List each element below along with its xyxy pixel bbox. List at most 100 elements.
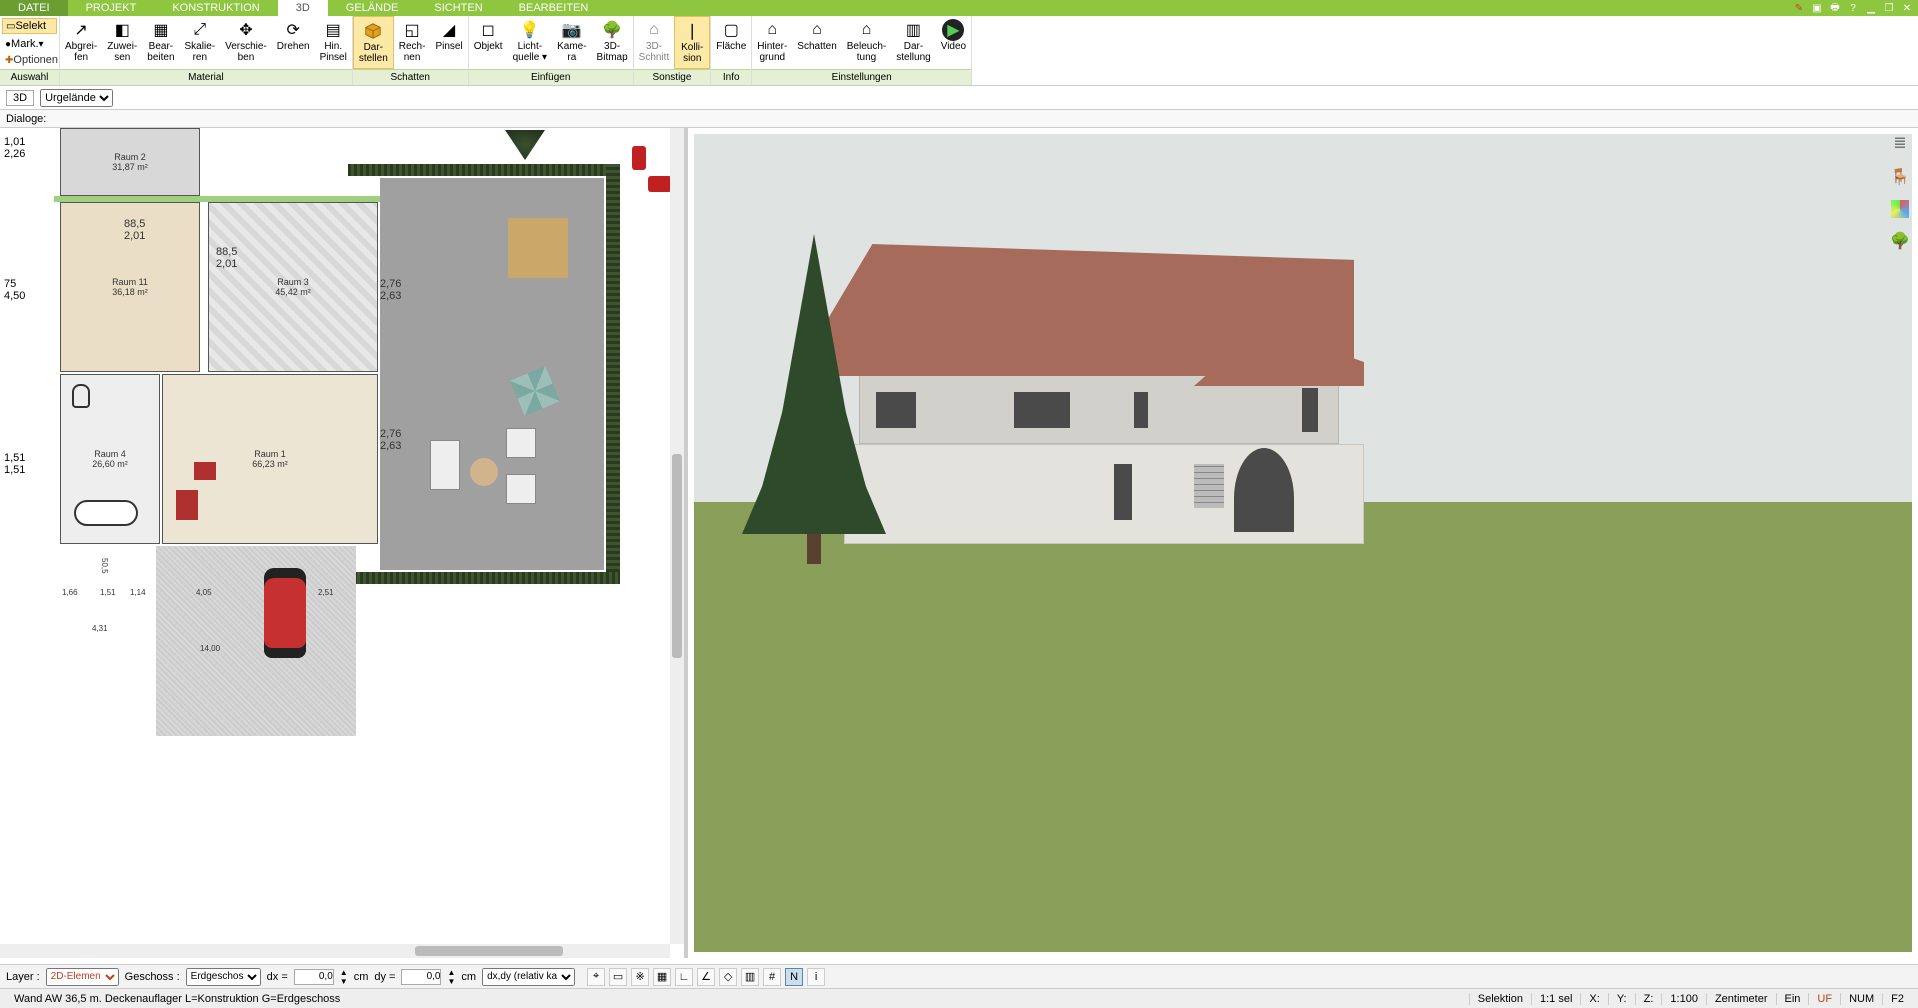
dx-input[interactable] <box>294 969 334 985</box>
material-rotate-button[interactable]: ⟳Drehen <box>272 16 315 69</box>
tool-snap2-icon[interactable]: ▦ <box>653 968 671 986</box>
camera-icon: 📷 <box>560 19 584 41</box>
status-count: 1:1 sel <box>1531 993 1580 1005</box>
view-selector-bar: 3D Urgelände <box>0 86 1918 110</box>
palette-icon[interactable] <box>1891 200 1909 218</box>
area-icon: ▢ <box>719 19 743 41</box>
options-button[interactable]: ✚ Optionen <box>2 53 57 67</box>
dim: 88,52,01 <box>124 218 145 242</box>
tool-grid-icon[interactable]: # <box>763 968 781 986</box>
shadow-calc-button[interactable]: ◱Rech- nen <box>394 16 431 69</box>
tool-north-icon[interactable]: N <box>785 968 803 986</box>
door <box>1114 464 1132 520</box>
dy-input[interactable] <box>401 969 441 985</box>
selection-footer: Auswahl <box>0 69 59 85</box>
tool-plane-icon[interactable]: ◇ <box>719 968 737 986</box>
status-num: NUM <box>1840 993 1882 1005</box>
terrain-dropdown[interactable]: Urgelände <box>40 89 113 107</box>
eyedropper-icon: ↗︎ <box>69 19 93 41</box>
display-button[interactable]: ▥Dar- stellung <box>891 16 935 69</box>
view-mode[interactable]: 3D <box>6 90 34 106</box>
3d-view[interactable] <box>694 134 1912 952</box>
status-z: Z: <box>1635 993 1662 1005</box>
menu-tab-3d[interactable]: 3D <box>278 0 328 16</box>
brush-icon: ▤ <box>321 19 345 41</box>
mark-dropdown[interactable]: ● Mark. ▾ <box>2 37 57 51</box>
tool-snap1-icon[interactable]: ※ <box>631 968 649 986</box>
status-uf: UF <box>1808 993 1840 1005</box>
collision-button[interactable]: ❘Kolli- sion <box>674 16 710 69</box>
close-icon[interactable]: ✕ <box>1900 2 1914 14</box>
floor-label: Geschoss : <box>125 971 180 983</box>
insert-camera-button[interactable]: 📷Kame- ra <box>552 16 591 69</box>
dim: 14,00 <box>200 644 220 653</box>
tool-angle-icon[interactable]: ∠ <box>697 968 715 986</box>
material-assign-button[interactable]: ◧Zuwei- sen <box>102 16 142 69</box>
driveway <box>156 546 356 736</box>
coord-mode-select[interactable]: dx,dy (relativ ka <box>482 968 575 986</box>
red-furniture-1 <box>194 462 216 480</box>
insert-bitmap-button[interactable]: 🌳3D- Bitmap <box>592 16 633 69</box>
background-button[interactable]: ⌂Hinter- grund <box>752 16 792 69</box>
red-furniture-2 <box>176 490 198 520</box>
restore-icon[interactable]: ❐ <box>1882 2 1896 14</box>
minimize-icon[interactable]: ▁ <box>1864 2 1878 14</box>
floorplan-pane[interactable]: 1,01 2,26 75 4,50 1,51 1,51 Raum 231,87 … <box>0 128 688 958</box>
menu-tab-datei[interactable]: DATEI <box>0 0 68 16</box>
chair-icon[interactable]: 🪑 <box>1889 166 1911 188</box>
group-info: ▢Fläche Info <box>711 16 752 85</box>
group-insert-label: Einfügen <box>469 69 633 85</box>
cube-icon <box>361 20 385 42</box>
tool-target-icon[interactable]: ⌖ <box>587 968 605 986</box>
group-shadow-label: Schatten <box>353 69 468 85</box>
video-button[interactable]: ▶Video <box>936 16 971 69</box>
menu-tab-projekt[interactable]: PROJEKT <box>68 0 155 16</box>
bulb-icon: 💡 <box>518 19 542 41</box>
dim: 1,51 <box>100 588 116 597</box>
material-scale-button[interactable]: ⤢Skalie- ren <box>180 16 221 69</box>
car-icon <box>264 568 306 658</box>
menu-tab-bearbeiten[interactable]: BEARBEITEN <box>501 0 607 16</box>
move-icon: ✥ <box>234 19 258 41</box>
group-shadow: Dar- stellen ◱Rech- nen ◢Pinsel Schatten <box>353 16 469 85</box>
area-button[interactable]: ▢Fläche <box>711 16 751 69</box>
menu-tab-konstruktion[interactable]: KONSTRUKTION <box>154 0 277 16</box>
menu-tab-gelaende[interactable]: GELÄNDE <box>328 0 417 16</box>
lighting-button[interactable]: ⌂Beleuch- tung <box>842 16 891 69</box>
house2-icon: ⌂ <box>805 19 829 41</box>
printer-icon[interactable]: 🖶 <box>1828 2 1842 14</box>
shadow-render-button[interactable]: Dar- stellen <box>353 16 394 69</box>
material-move-button[interactable]: ✥Verschie- ben <box>220 16 272 69</box>
menu-tab-sichten[interactable]: SICHTEN <box>416 0 500 16</box>
tool-info-icon[interactable]: i <box>807 968 825 986</box>
layers-icon[interactable]: ≣ <box>1889 132 1911 154</box>
material-brush-button[interactable]: ▤Hin. Pinsel <box>315 16 352 69</box>
room-3[interactable]: Raum 345,42 m² <box>208 202 378 372</box>
dialoge-label: Dialoge: <box>6 113 46 125</box>
insert-object-button[interactable]: ◻︎Objekt <box>469 16 508 69</box>
tool-grid2-icon[interactable]: ▥ <box>741 968 759 986</box>
room-2[interactable]: Raum 231,87 m² <box>60 128 200 196</box>
layer-select[interactable]: 2D-Elemen <box>46 968 119 986</box>
3d-pane[interactable]: ≣ 🪑 🌳 <box>688 128 1918 958</box>
help-icon[interactable]: ? <box>1846 2 1860 14</box>
tool-ortho-icon[interactable]: ∟ <box>675 968 693 986</box>
shadow-settings-button[interactable]: ⌂Schatten <box>792 16 841 69</box>
floorplan-vscroll[interactable] <box>670 128 684 944</box>
shadow-brush-button[interactable]: ◢Pinsel <box>430 16 467 69</box>
terrace[interactable] <box>380 178 604 570</box>
status-f2: F2 <box>1882 993 1912 1005</box>
tree2-icon[interactable]: 🌳 <box>1889 230 1911 252</box>
material-pick-button[interactable]: ↗︎Abgrei- fen <box>60 16 102 69</box>
tool-monitor-icon[interactable]: ▭ <box>609 968 627 986</box>
select-button[interactable]: ▭ Selekt <box>2 18 57 34</box>
dim: 4,31 <box>92 624 108 633</box>
section-button[interactable]: ⌂3D- Schnitt <box>634 16 675 69</box>
group-misc: ⌂3D- Schnitt ❘Kolli- sion Sonstige <box>634 16 712 85</box>
pencil-icon[interactable]: ✎ <box>1792 2 1806 14</box>
floorplan-hscroll[interactable] <box>0 944 670 958</box>
insert-light-button[interactable]: 💡Licht- quelle ▾ <box>508 16 553 69</box>
square-icon[interactable]: ▣ <box>1810 2 1824 14</box>
floor-select[interactable]: Erdgeschos <box>186 968 261 986</box>
material-edit-button[interactable]: ▦Bear- beiten <box>142 16 179 69</box>
